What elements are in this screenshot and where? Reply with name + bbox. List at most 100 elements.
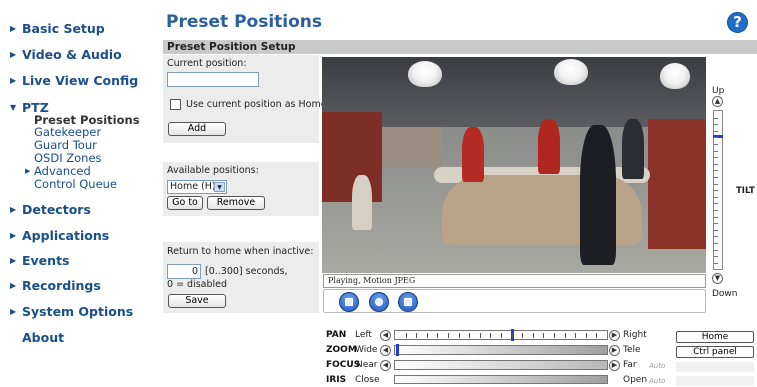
zoom-slider[interactable] — [394, 344, 608, 356]
zoom-label: ZOOM — [326, 345, 357, 355]
nav-video-audio[interactable]: ▶ Video & Audio — [10, 47, 122, 62]
tilt-tick — [714, 190, 718, 192]
iris-slider[interactable] — [394, 375, 608, 384]
snapshot-button[interactable] — [369, 292, 389, 312]
tilt-tick — [714, 124, 718, 126]
tilt-tick — [714, 196, 718, 198]
pan-tick — [416, 333, 418, 338]
sidebar-nav: ▶ Basic Setup ▶ Video & Audio ▶ Live View C… — [0, 0, 153, 387]
tilt-tick — [714, 203, 718, 205]
tilt-up-arrow-icon[interactable]: ▲ — [712, 96, 723, 107]
tilt-slider[interactable] — [713, 110, 723, 270]
tilt-down-arrow-icon[interactable]: ▼ — [712, 273, 723, 284]
pan-slider[interactable] — [394, 329, 608, 341]
person-figure — [538, 119, 560, 174]
help-icon[interactable]: ? — [727, 12, 748, 33]
store-shelf — [648, 119, 706, 249]
nav-events[interactable]: ▶ Events — [10, 253, 69, 268]
current-position-input[interactable] — [167, 72, 259, 87]
chevron-down-icon: ▼ — [214, 182, 225, 192]
iris-left-label: Close — [355, 375, 380, 385]
blank-field — [676, 362, 754, 372]
nav-basic-setup[interactable]: ▶ Basic Setup — [10, 21, 105, 36]
nav-applications[interactable]: ▶ Applications — [10, 228, 109, 243]
nav-about[interactable]: About — [22, 330, 64, 345]
tilt-tick — [714, 170, 718, 172]
store-shelf — [382, 127, 442, 167]
return-home-units: [0..300] seconds, — [205, 266, 288, 277]
pan-right-arrow-icon[interactable]: ▶ — [609, 330, 620, 341]
view-full-size-button[interactable] — [398, 292, 418, 312]
home-button[interactable]: Home — [676, 331, 754, 343]
pan-tick — [458, 333, 460, 338]
live-video-image[interactable] — [322, 57, 706, 273]
zoom-out-arrow-icon[interactable]: ◀ — [380, 345, 391, 356]
pan-tick — [596, 333, 598, 338]
collapsed-arrow-icon: ▶ — [10, 231, 17, 240]
current-position-label: Current position: — [167, 58, 247, 69]
focus-far-arrow-icon[interactable]: ▶ — [609, 360, 620, 371]
zoom-right-label: Tele — [623, 345, 641, 355]
nav-detectors[interactable]: ▶ Detectors — [10, 202, 91, 217]
return-home-panel: Return to home when inactive: 0 [0..300]… — [163, 242, 319, 313]
pan-tick — [490, 333, 492, 338]
sub-item-control-queue[interactable]: Control Queue — [34, 177, 117, 191]
person-figure — [622, 119, 644, 179]
collapsed-arrow-icon: ▶ — [10, 281, 17, 290]
ceiling-lamp — [660, 63, 690, 89]
zoom-slider-handle[interactable] — [396, 344, 399, 356]
pan-tick — [501, 333, 502, 338]
ctrl-panel-button[interactable]: Ctrl panel — [676, 346, 754, 358]
zoom-in-arrow-icon[interactable]: ▶ — [609, 345, 620, 356]
tilt-tick — [714, 256, 718, 258]
sub-item-advanced[interactable]: Advanced — [34, 164, 91, 178]
available-positions-select[interactable]: Home (H) ▼ — [167, 180, 227, 194]
sub-item-guard-tour[interactable]: Guard Tour — [34, 138, 97, 152]
tilt-tick — [714, 243, 718, 244]
pan-tick — [448, 333, 449, 338]
pan-tick — [405, 333, 407, 338]
nav-recordings[interactable]: ▶ Recordings — [10, 278, 101, 293]
return-home-seconds-input[interactable]: 0 — [167, 264, 201, 279]
save-button[interactable]: Save — [168, 294, 226, 308]
iris-right-label: Open — [623, 375, 648, 385]
tilt-tick — [714, 223, 718, 225]
focus-auto-label[interactable]: Auto — [649, 362, 665, 370]
nav-live-view-config[interactable]: ▶ Live View Config — [10, 73, 138, 88]
tilt-tick — [714, 157, 718, 159]
remove-button[interactable]: Remove — [207, 196, 265, 210]
nav-system-options[interactable]: ▶ System Options — [10, 304, 133, 319]
iris-auto-label[interactable]: Auto — [649, 377, 665, 385]
tilt-tick — [714, 249, 718, 251]
add-button[interactable]: Add — [168, 122, 226, 136]
focus-slider[interactable] — [394, 360, 608, 370]
use-as-home-checkbox[interactable] — [170, 99, 181, 110]
focus-left-label: Near — [356, 360, 378, 370]
collapsed-arrow-icon: ▶ — [10, 50, 17, 59]
page-title: Preset Positions — [166, 12, 323, 32]
tilt-tick — [714, 236, 718, 238]
pan-tick — [575, 333, 577, 338]
expanded-arrow-icon: ▼ — [10, 103, 17, 112]
pan-tick — [437, 333, 439, 338]
sign-stand — [352, 175, 372, 230]
collapsed-arrow-icon: ▶ — [10, 76, 17, 85]
nav-label: Applications — [22, 228, 110, 243]
sub-item-osdi-zones[interactable]: OSDI Zones — [34, 151, 102, 165]
pan-tick — [532, 333, 534, 338]
pan-left-arrow-icon[interactable]: ◀ — [380, 330, 391, 341]
sub-item-gatekeeper[interactable]: Gatekeeper — [34, 125, 101, 139]
goto-button[interactable]: Go to — [167, 196, 203, 210]
focus-near-arrow-icon[interactable]: ◀ — [380, 360, 391, 371]
tilt-tick — [714, 150, 718, 152]
tilt-tick — [714, 183, 718, 185]
selected-position: Home (H) — [170, 181, 216, 192]
pan-tick — [522, 333, 524, 338]
collapsed-arrow-icon: ▶ — [10, 205, 17, 214]
stop-button[interactable] — [339, 292, 359, 312]
collapsed-arrow-icon: ▶ — [10, 24, 17, 33]
iris-label: IRIS — [326, 375, 347, 385]
disabled-note: 0 = disabled — [167, 279, 228, 290]
blank-field — [676, 376, 754, 386]
person-figure — [580, 125, 616, 265]
